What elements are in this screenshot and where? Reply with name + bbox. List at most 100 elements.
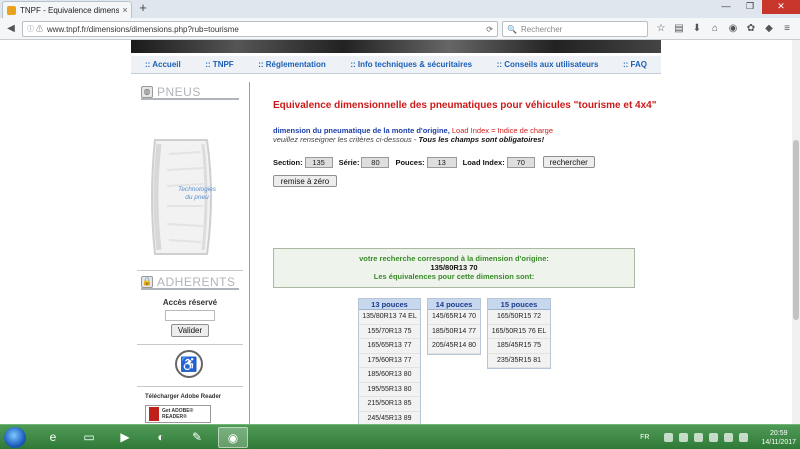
language-indicator[interactable]: FR xyxy=(640,434,649,441)
site-info-icon[interactable]: ⓘ ⚠ xyxy=(27,24,43,34)
update-icon[interactable] xyxy=(724,433,734,442)
table-row[interactable]: 205/45R14 80 xyxy=(428,339,480,354)
scrollbar-thumb[interactable] xyxy=(793,140,799,320)
description-line-2: veuillez renseigner les critères ci-dess… xyxy=(273,135,544,144)
table-row[interactable]: 235/35R15 81 xyxy=(488,354,550,368)
table-row[interactable]: 165/50R15 76 EL xyxy=(488,325,550,339)
table-row[interactable]: 215/50R13 85 xyxy=(359,397,420,412)
table-row[interactable]: 175/60R13 77 xyxy=(359,354,420,368)
result-dimension: 135/80R13 70 xyxy=(430,263,478,272)
pouces-field[interactable]: 13 xyxy=(426,156,457,168)
bookmark-star-icon[interactable]: ☆ xyxy=(654,22,668,36)
pocket-icon[interactable]: ◉ xyxy=(726,22,740,36)
firefox-icon[interactable]: ◉ xyxy=(218,427,248,448)
desc-red: Load Index = Indice de charge xyxy=(451,126,554,135)
table-row[interactable]: 155/70R13 75 xyxy=(359,325,420,339)
menu-conseils[interactable]: :: Conseils aux utilisateurs xyxy=(497,60,599,69)
header-banner xyxy=(131,40,661,53)
load-index-label: Load Index: xyxy=(462,157,505,167)
table-14-pouces: 14 pouces 145/65R14 70 185/50R14 77 205/… xyxy=(427,298,481,355)
library-icon[interactable]: ▤ xyxy=(672,22,686,36)
reload-icon[interactable]: ⟳ xyxy=(486,25,493,34)
url-bar[interactable]: ⓘ ⚠ www.tnpf.fr/dimensions/dimensions.ph… xyxy=(22,21,498,37)
page-scrollbar[interactable] xyxy=(792,40,800,424)
network-icon[interactable] xyxy=(664,433,674,442)
desc-blue: dimension du pneumatique de la monte d'o… xyxy=(273,126,452,135)
sync-icon[interactable]: ✿ xyxy=(744,22,758,36)
main-menu: :: Accueil :: TNPF :: Réglementation :: … xyxy=(131,56,661,74)
section-field[interactable]: 135 xyxy=(304,156,333,168)
valider-button[interactable]: Valider xyxy=(171,324,209,337)
divider xyxy=(137,344,243,345)
explorer-icon[interactable]: ▭ xyxy=(74,427,104,448)
adobe-reader-button[interactable]: Get ADOBE® READER® xyxy=(145,405,211,423)
taskbar: e ▭ ▶ ◐ ✎ ◉ FR 20:59 14/11/2017 xyxy=(0,424,800,449)
pneus-title: PNEUS xyxy=(157,85,201,99)
table-row[interactable]: 185/60R13 80 xyxy=(359,368,420,383)
menu-icon[interactable]: ≡ xyxy=(780,22,794,36)
home-icon[interactable]: ⌂ xyxy=(708,22,722,36)
search-form: Section: 135 Série: 80 Pouces: 13 Load I… xyxy=(273,156,595,168)
result-box: votre recherche correspond à la dimensio… xyxy=(273,248,635,288)
tyre-small-icon: ◍ xyxy=(141,86,153,98)
divider xyxy=(137,270,243,271)
nav-bar: ◀ ⓘ ⚠ www.tnpf.fr/dimensions/dimensions.… xyxy=(0,18,800,40)
clock-date: 14/11/2017 xyxy=(761,438,796,446)
battery-icon[interactable] xyxy=(739,433,749,442)
page-viewport: :: Accueil :: TNPF :: Réglementation :: … xyxy=(0,40,792,424)
acces-input[interactable] xyxy=(165,310,215,321)
menu-tnpf[interactable]: :: TNPF xyxy=(205,60,233,69)
table-row[interactable]: 145/65R14 70 xyxy=(428,310,480,325)
table-row[interactable]: 165/65R13 77 xyxy=(359,339,420,354)
adobe-btn-text: Get ADOBE® READER® xyxy=(162,408,194,420)
menu-info-techniques[interactable]: :: Info techniques & sécuritaires xyxy=(350,60,472,69)
menu-reglementation[interactable]: :: Réglementation xyxy=(258,60,326,69)
table-row[interactable]: 135/80R13 74 EL xyxy=(359,310,420,325)
main-content: Equivalence dimensionnelle des pneumatiq… xyxy=(261,74,661,424)
tab-strip: TNPF - Equivalence dimensionne × + — ❐ ✕ xyxy=(0,0,800,18)
maximize-button[interactable]: ❐ xyxy=(738,0,762,14)
table-13-pouces: 13 pouces 135/80R13 74 EL 155/70R13 75 1… xyxy=(358,298,421,424)
volume-icon[interactable] xyxy=(679,433,689,442)
left-sidebar: ◍ PNEUS Technologies du pneu 🔒 ADHERENTS… xyxy=(131,74,249,424)
desc2-plain: veuillez renseigner les critères ci-dess… xyxy=(273,135,419,144)
table-row[interactable]: 165/50R15 72 xyxy=(488,310,550,325)
clock[interactable]: 20:59 14/11/2017 xyxy=(761,429,796,447)
tyre-technologies-link[interactable]: Technologies du pneu xyxy=(165,186,229,202)
new-tab-button[interactable]: + xyxy=(136,1,150,16)
search-bar[interactable]: 🔍 Rechercher xyxy=(502,21,648,37)
serie-field[interactable]: 80 xyxy=(361,156,390,168)
security-icon[interactable] xyxy=(694,433,704,442)
table-row[interactable]: 195/55R13 80 xyxy=(359,383,420,397)
shield-icon[interactable]: ◐ xyxy=(146,427,176,448)
column-separator xyxy=(249,82,250,424)
media-player-icon[interactable]: ▶ xyxy=(110,427,140,448)
reset-button[interactable]: remise à zéro xyxy=(273,175,337,187)
menu-faq[interactable]: :: FAQ xyxy=(623,60,647,69)
table-row[interactable]: 185/50R14 77 xyxy=(428,325,480,339)
search-placeholder: Rechercher xyxy=(520,24,563,34)
menu-accueil[interactable]: :: Accueil xyxy=(145,60,181,69)
load-index-field[interactable]: 70 xyxy=(506,156,535,168)
ie-icon[interactable]: e xyxy=(38,427,68,448)
rechercher-button[interactable]: rechercher xyxy=(542,156,595,168)
table-header: 14 pouces xyxy=(428,299,480,310)
pin-icon[interactable]: ✎ xyxy=(182,427,212,448)
clock-time: 20:59 xyxy=(769,429,788,437)
browser-tab[interactable]: TNPF - Equivalence dimensionne × xyxy=(2,1,132,18)
table-row[interactable]: 185/45R15 75 xyxy=(488,339,550,354)
adobe-label: Télécharger Adobe Reader xyxy=(145,394,222,400)
download-icon[interactable]: ⬇ xyxy=(690,22,704,36)
start-button[interactable] xyxy=(4,427,26,448)
back-icon[interactable]: ◀ xyxy=(4,22,18,36)
table-row[interactable]: 245/45R13 89 xyxy=(359,412,420,425)
system-tray: FR 20:59 14/11/2017 xyxy=(640,427,796,448)
window-close-button[interactable]: ✕ xyxy=(762,0,800,14)
tyre-text-1: Technologies xyxy=(177,186,217,193)
accessibility-icon[interactable]: ♿ xyxy=(175,350,203,378)
acces-reserve-label: Accès réservé xyxy=(162,298,218,307)
minimize-button[interactable]: — xyxy=(714,0,738,14)
tab-close-icon[interactable]: × xyxy=(119,5,131,15)
extension-icon[interactable]: ◆ xyxy=(762,22,776,36)
flag-icon[interactable] xyxy=(709,433,719,442)
